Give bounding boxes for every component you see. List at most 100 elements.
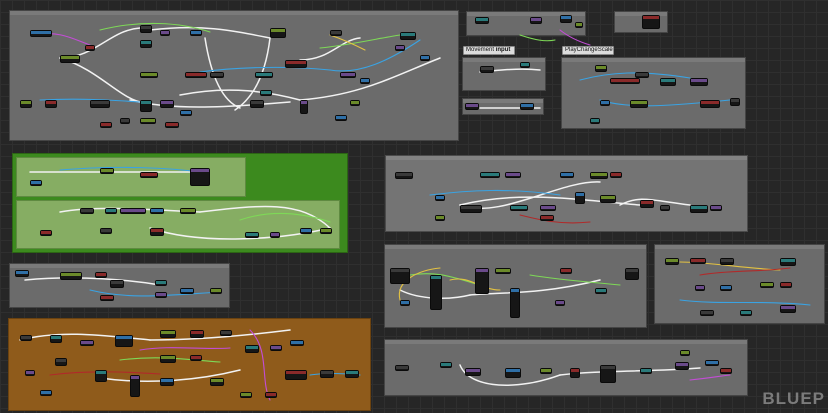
blueprint-node[interactable] bbox=[100, 168, 114, 174]
blueprint-node[interactable] bbox=[505, 172, 521, 178]
blueprint-node[interactable] bbox=[400, 300, 410, 306]
blueprint-node[interactable] bbox=[345, 370, 359, 378]
blueprint-node[interactable] bbox=[510, 205, 528, 211]
blueprint-node[interactable] bbox=[705, 360, 719, 366]
blueprint-node[interactable] bbox=[510, 288, 520, 318]
movement-input-label[interactable]: Movement input bbox=[463, 46, 515, 55]
blueprint-node[interactable] bbox=[25, 370, 35, 376]
blueprint-node[interactable] bbox=[540, 205, 556, 211]
blueprint-node[interactable] bbox=[210, 288, 222, 294]
blueprint-node[interactable] bbox=[245, 232, 259, 238]
blueprint-node[interactable] bbox=[100, 295, 114, 301]
blueprint-node[interactable] bbox=[160, 30, 170, 36]
blueprint-node[interactable] bbox=[100, 228, 112, 234]
blueprint-node[interactable] bbox=[640, 368, 652, 374]
blueprint-node[interactable] bbox=[540, 368, 552, 374]
blueprint-node[interactable] bbox=[80, 208, 94, 214]
blueprint-node[interactable] bbox=[270, 28, 286, 38]
blueprint-node[interactable] bbox=[15, 270, 29, 277]
blueprint-node[interactable] bbox=[465, 368, 481, 376]
blueprint-node[interactable] bbox=[95, 370, 107, 382]
blueprint-node[interactable] bbox=[320, 370, 334, 378]
blueprint-node[interactable] bbox=[180, 208, 196, 214]
blueprint-node[interactable] bbox=[625, 268, 639, 280]
blueprint-node[interactable] bbox=[640, 200, 654, 208]
blueprint-node[interactable] bbox=[435, 195, 445, 201]
blueprint-node[interactable] bbox=[270, 232, 280, 238]
blueprint-node[interactable] bbox=[660, 78, 676, 86]
blueprint-node[interactable] bbox=[185, 72, 207, 78]
blueprint-node[interactable] bbox=[520, 62, 530, 68]
blueprint-node[interactable] bbox=[530, 17, 542, 24]
blueprint-node[interactable] bbox=[320, 228, 332, 234]
blueprint-node[interactable] bbox=[155, 280, 167, 286]
blueprint-node[interactable] bbox=[395, 172, 413, 179]
blueprint-node[interactable] bbox=[610, 172, 622, 178]
blueprint-node[interactable] bbox=[465, 103, 479, 110]
blueprint-node[interactable] bbox=[45, 100, 57, 108]
blueprint-node[interactable] bbox=[690, 205, 708, 213]
blueprint-node[interactable] bbox=[690, 258, 706, 264]
blueprint-node[interactable] bbox=[140, 25, 152, 33]
blueprint-node[interactable] bbox=[285, 370, 307, 380]
blueprint-node[interactable] bbox=[400, 32, 416, 40]
blueprint-node[interactable] bbox=[660, 205, 670, 211]
blueprint-node[interactable] bbox=[30, 30, 52, 37]
blueprint-node[interactable] bbox=[360, 78, 370, 84]
blueprint-node[interactable] bbox=[575, 192, 585, 204]
comment-box-main-graph[interactable] bbox=[9, 10, 459, 141]
blueprint-node[interactable] bbox=[80, 340, 94, 346]
blueprint-node[interactable] bbox=[665, 258, 679, 265]
blueprint-node[interactable] bbox=[285, 60, 307, 68]
blueprint-node[interactable] bbox=[160, 330, 176, 338]
blueprint-node[interactable] bbox=[180, 288, 194, 294]
blueprint-node[interactable] bbox=[610, 78, 640, 84]
blueprint-node[interactable] bbox=[635, 72, 649, 78]
blueprint-node[interactable] bbox=[290, 340, 304, 346]
blueprint-node[interactable] bbox=[240, 392, 252, 398]
blueprint-node[interactable] bbox=[265, 392, 277, 398]
blueprint-node[interactable] bbox=[50, 335, 62, 343]
blueprint-node[interactable] bbox=[435, 215, 445, 221]
blueprint-node[interactable] bbox=[100, 122, 112, 128]
blueprint-node[interactable] bbox=[710, 205, 722, 211]
blueprint-node[interactable] bbox=[300, 100, 308, 114]
blueprint-node[interactable] bbox=[460, 205, 482, 213]
blueprint-node[interactable] bbox=[675, 362, 689, 370]
blueprint-node[interactable] bbox=[190, 355, 202, 361]
blueprint-node[interactable] bbox=[245, 345, 259, 353]
blueprint-node[interactable] bbox=[220, 330, 232, 336]
blueprint-node[interactable] bbox=[180, 110, 192, 116]
blueprint-node[interactable] bbox=[630, 100, 648, 108]
blueprint-node[interactable] bbox=[335, 115, 347, 121]
change-scale-label[interactable]: PlayChangeScale bbox=[562, 46, 614, 55]
blueprint-node[interactable] bbox=[85, 45, 95, 51]
blueprint-node[interactable] bbox=[540, 215, 554, 221]
blueprint-node[interactable] bbox=[140, 72, 158, 78]
blueprint-node[interactable] bbox=[140, 172, 158, 178]
blueprint-node[interactable] bbox=[780, 305, 796, 313]
blueprint-node[interactable] bbox=[700, 310, 714, 316]
comment-box-green-inner-top[interactable] bbox=[16, 157, 246, 197]
blueprint-node[interactable] bbox=[595, 65, 607, 72]
blueprint-node[interactable] bbox=[140, 40, 152, 48]
comment-box-green-inner-bottom[interactable] bbox=[16, 200, 340, 249]
blueprint-node[interactable] bbox=[150, 228, 164, 236]
blueprint-node[interactable] bbox=[120, 118, 130, 124]
blueprint-node[interactable] bbox=[260, 90, 272, 96]
blueprint-node[interactable] bbox=[440, 362, 452, 368]
blueprint-node[interactable] bbox=[190, 168, 210, 186]
blueprint-node[interactable] bbox=[140, 118, 156, 124]
blueprint-node[interactable] bbox=[690, 78, 708, 86]
blueprint-node[interactable] bbox=[480, 66, 494, 73]
blueprint-node[interactable] bbox=[270, 345, 282, 351]
blueprint-node[interactable] bbox=[60, 55, 80, 63]
blueprint-node[interactable] bbox=[395, 365, 409, 371]
blueprint-node[interactable] bbox=[570, 368, 580, 378]
blueprint-node[interactable] bbox=[780, 258, 796, 266]
blueprint-node[interactable] bbox=[520, 103, 534, 110]
blueprint-node[interactable] bbox=[160, 355, 176, 363]
blueprint-node[interactable] bbox=[155, 292, 167, 298]
blueprint-node[interactable] bbox=[600, 100, 610, 106]
blueprint-node[interactable] bbox=[560, 15, 572, 23]
